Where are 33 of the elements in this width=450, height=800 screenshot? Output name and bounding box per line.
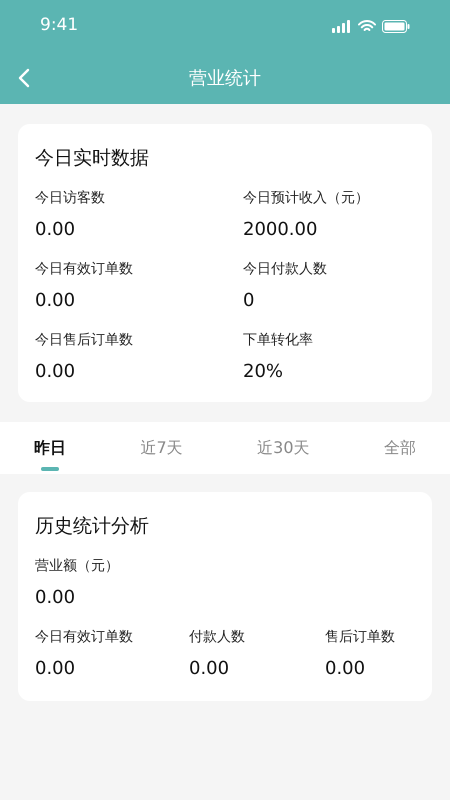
stat-label: 今日有效订单数 xyxy=(35,260,134,279)
stat-label: 付款人数 xyxy=(189,628,246,647)
stat-value: 0.00 xyxy=(35,289,76,313)
period-tab[interactable]: 近30天 xyxy=(257,422,310,474)
stat-label: 今日预计收入（元） xyxy=(243,189,370,208)
stat-label: 营业额（元） xyxy=(35,557,120,576)
stat-label: 今日售后订单数 xyxy=(35,331,134,350)
back-icon xyxy=(18,68,30,88)
battery-icon xyxy=(382,20,410,32)
stat-value: 0.00 xyxy=(189,657,230,681)
period-tab[interactable]: 全部 xyxy=(384,422,416,474)
tab-indicator xyxy=(41,467,59,471)
period-tab[interactable]: 昨日 xyxy=(34,422,66,474)
stat-value: 0.00 xyxy=(35,657,76,681)
card-title: 历史统计分析 xyxy=(35,514,150,539)
stat-value: 0.00 xyxy=(325,657,366,681)
stat-value: 0.00 xyxy=(35,586,76,610)
stat-label: 今日有效订单数 xyxy=(35,628,134,647)
wifi-icon xyxy=(358,20,376,32)
page-title: 营业统计 xyxy=(189,66,261,90)
stat-label: 今日访客数 xyxy=(35,189,106,208)
stat-value: 20% xyxy=(243,360,284,384)
stat-value: 0 xyxy=(243,289,256,313)
card-title: 今日实时数据 xyxy=(35,146,150,171)
period-tab[interactable]: 近7天 xyxy=(140,422,183,474)
stat-label: 售后订单数 xyxy=(325,628,396,647)
stat-value: 0.00 xyxy=(35,360,76,384)
status-time: 9:41 xyxy=(40,14,78,38)
stat-label: 下单转化率 xyxy=(243,331,314,350)
stat-value: 2000.00 xyxy=(243,218,318,242)
stat-label: 今日付款人数 xyxy=(243,260,328,279)
signal-icon xyxy=(332,20,352,32)
stat-value: 0.00 xyxy=(35,218,76,242)
